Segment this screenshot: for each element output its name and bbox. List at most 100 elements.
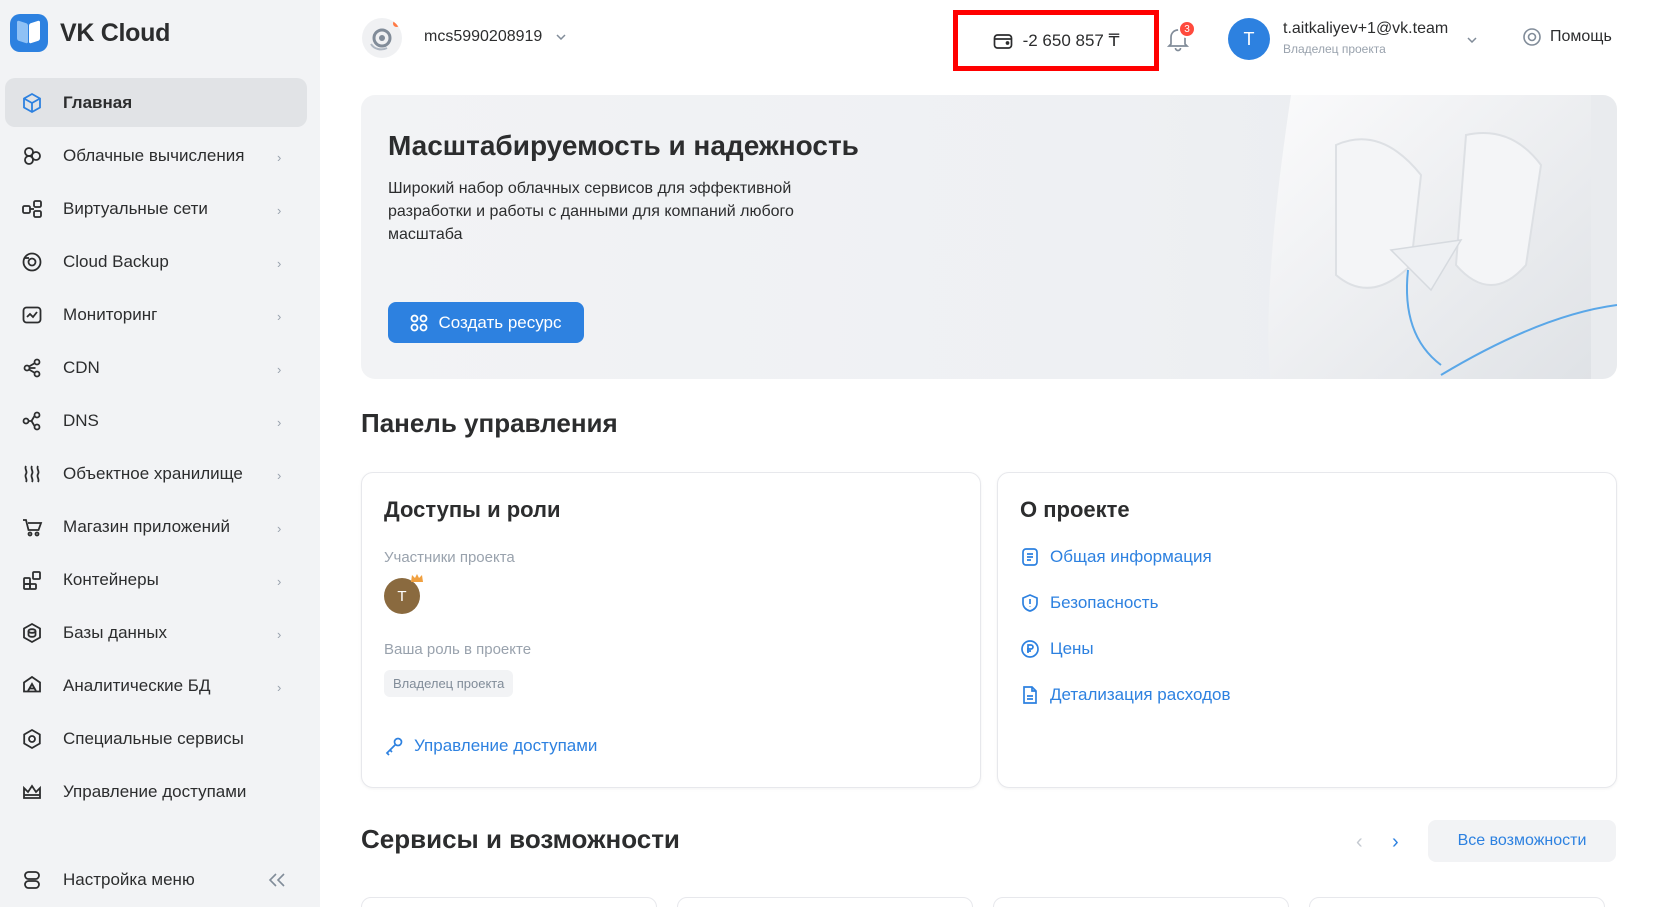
role-label: Ваша роль в проекте xyxy=(384,641,532,658)
cube-icon xyxy=(17,88,47,118)
backup-icon xyxy=(17,247,47,277)
sidebar-item-access-management[interactable]: Управление доступами xyxy=(5,767,307,816)
sidebar-item-label: Контейнеры xyxy=(63,569,159,589)
wallet-icon xyxy=(993,33,1012,49)
balance-widget[interactable]: -2 650 857 ₸ xyxy=(953,10,1159,71)
carousel-prev-chevron-icon[interactable]: ‹ xyxy=(1356,831,1363,854)
sidebar-item-app-store[interactable]: Магазин приложений › xyxy=(5,502,307,551)
carousel-next-chevron-icon[interactable]: › xyxy=(1392,831,1399,854)
prices-link[interactable]: Цены xyxy=(1020,639,1094,659)
banner-title: Масштабируемость и надежность xyxy=(388,130,859,161)
user-role: Владелец проекта xyxy=(1283,42,1386,56)
user-avatar[interactable]: T xyxy=(1228,18,1270,60)
manage-access-label: Управление доступами xyxy=(414,736,598,755)
user-menu-chevron-down-icon[interactable] xyxy=(1467,30,1477,48)
link-label: Цены xyxy=(1050,639,1094,658)
service-card[interactable] xyxy=(1309,897,1605,907)
sidebar-item-label: Главная xyxy=(63,92,133,112)
sidebar-item-object-storage[interactable]: Объектное хранилище › xyxy=(5,449,307,498)
create-resource-button[interactable]: Создать ресурс xyxy=(388,302,584,343)
balance-value: -2 650 857 ₸ xyxy=(1022,30,1120,50)
create-resource-label: Создать ресурс xyxy=(438,312,562,332)
sidebar-item-label: Виртуальные сети xyxy=(63,198,208,218)
sidebar-item-label: Настройка меню xyxy=(63,869,195,889)
chevron-right-icon: › xyxy=(277,255,282,271)
sidebar-item-label: Управление доступами xyxy=(63,781,247,801)
sidebar-item-label: Облачные вычисления xyxy=(63,145,245,165)
sidebar-item-networks[interactable]: Виртуальные сети › xyxy=(5,184,307,233)
sidebar-item-menu-settings[interactable]: Настройка меню xyxy=(5,855,307,904)
promo-banner: Масштабируемость и надежность Широкий на… xyxy=(361,95,1617,379)
collapse-sidebar-icon[interactable] xyxy=(265,868,289,892)
role-badge: Владелец проекта xyxy=(384,670,514,697)
vk-cloud-logo-icon xyxy=(10,14,48,52)
sidebar-item-label: Аналитические БД xyxy=(63,675,211,695)
banner-text: Широкий набор облачных сервисов для эффе… xyxy=(388,180,794,243)
service-card[interactable] xyxy=(677,897,973,907)
sidebar-item-containers[interactable]: Контейнеры › xyxy=(5,555,307,604)
help-lifebuoy-icon xyxy=(1523,28,1541,46)
member-avatar[interactable]: T xyxy=(384,578,420,614)
sidebar: VK Cloud Главная Облачные вычисления › В… xyxy=(0,0,320,907)
key-icon xyxy=(385,737,403,756)
sidebar-item-dns[interactable]: DNS › xyxy=(5,396,307,445)
containers-icon xyxy=(17,565,47,595)
sidebar-item-label: Мониторинг xyxy=(63,304,158,324)
chevron-right-icon: › xyxy=(277,361,282,377)
shield-icon xyxy=(1022,594,1038,612)
chevron-right-icon: › xyxy=(277,149,282,165)
project-selector[interactable]: mcs5990208919 xyxy=(424,28,566,46)
report-icon xyxy=(1023,686,1037,704)
service-card[interactable] xyxy=(361,897,657,907)
help-label: Помощь xyxy=(1550,28,1612,45)
brand[interactable]: VK Cloud xyxy=(10,14,170,52)
owner-crown-icon xyxy=(411,574,423,582)
ruble-icon xyxy=(1021,640,1039,658)
chevron-right-icon: › xyxy=(277,202,282,218)
sidebar-item-monitoring[interactable]: Мониторинг › xyxy=(5,290,307,339)
banner-illustration xyxy=(1268,95,1617,379)
help-button[interactable]: Помощь xyxy=(1522,27,1612,47)
network-icon xyxy=(17,194,47,224)
chevron-down-icon xyxy=(556,34,566,40)
chevron-right-icon: › xyxy=(277,467,282,483)
document-icon xyxy=(1022,548,1038,566)
sidebar-item-label: Объектное хранилище xyxy=(63,463,243,483)
grid-plus-icon xyxy=(411,314,428,331)
link-label: Безопасность xyxy=(1050,593,1159,612)
sidebar-item-cloud-backup[interactable]: Cloud Backup › xyxy=(5,237,307,286)
members-label: Участники проекта xyxy=(384,549,515,566)
crown-icon xyxy=(17,777,47,807)
sidebar-item-compute[interactable]: Облачные вычисления › xyxy=(5,131,307,180)
chevron-right-icon: › xyxy=(277,414,282,430)
sidebar-item-special-services[interactable]: Специальные сервисы xyxy=(5,714,307,763)
access-roles-card: Доступы и роли Участники проекта T Ваша … xyxy=(361,472,981,788)
general-info-link[interactable]: Общая информация xyxy=(1020,547,1212,567)
link-label: Общая информация xyxy=(1050,547,1212,566)
project-avatar[interactable] xyxy=(362,18,402,58)
chevron-right-icon: › xyxy=(277,573,282,589)
sidebar-item-cdn[interactable]: CDN › xyxy=(5,343,307,392)
storage-icon xyxy=(17,459,47,489)
sidebar-item-label: Базы данных xyxy=(63,622,168,642)
sidebar-item-label: DNS xyxy=(63,410,99,430)
service-card[interactable] xyxy=(993,897,1289,907)
database-icon xyxy=(17,618,47,648)
security-link[interactable]: Безопасность xyxy=(1020,593,1158,613)
user-email[interactable]: t.aitkaliyev+1@vk.team xyxy=(1283,20,1448,38)
cost-details-link[interactable]: Детализация расходов xyxy=(1020,685,1230,705)
menu-settings-icon xyxy=(17,865,47,895)
gear-icon xyxy=(17,724,47,754)
manage-access-link[interactable]: Управление доступами xyxy=(384,736,597,756)
project-id: mcs5990208919 xyxy=(424,28,543,45)
sidebar-item-home[interactable]: Главная xyxy=(5,78,307,127)
link-label: Детализация расходов xyxy=(1050,685,1231,704)
all-features-button[interactable]: Все возможности xyxy=(1428,820,1616,862)
chevron-right-icon: › xyxy=(277,679,282,695)
sidebar-item-analytics-db[interactable]: Аналитические БД › xyxy=(5,661,307,710)
dns-icon xyxy=(17,406,47,436)
sidebar-item-label: CDN xyxy=(63,357,100,377)
sidebar-item-databases[interactable]: Базы данных › xyxy=(5,608,307,657)
chevron-right-icon: › xyxy=(277,308,282,324)
chevron-right-icon: › xyxy=(277,520,282,536)
